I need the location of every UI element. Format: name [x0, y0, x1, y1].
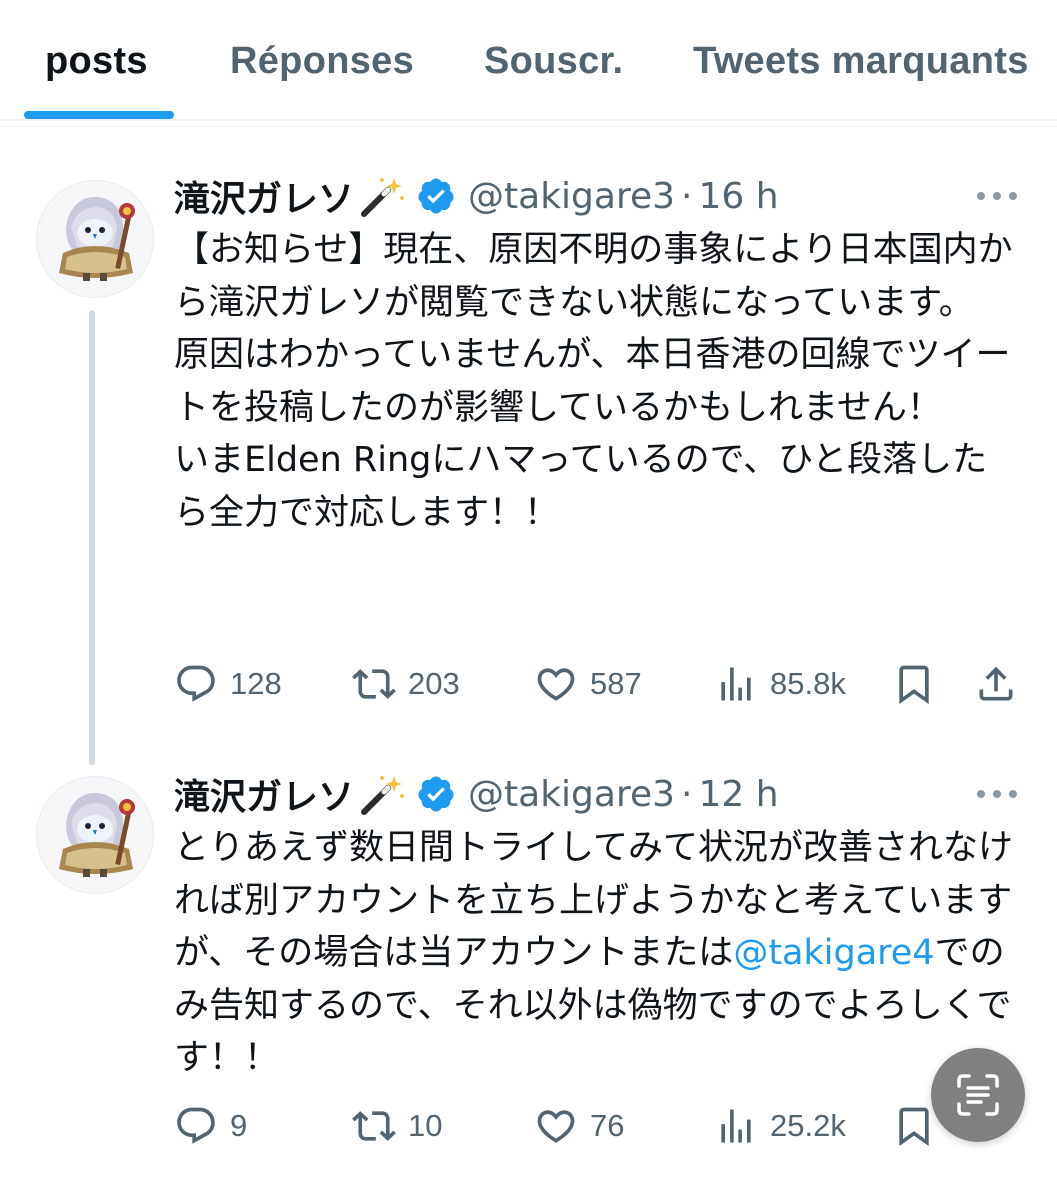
- separator-dot: ·: [681, 773, 693, 815]
- reply-icon: [177, 1107, 215, 1144]
- tweet-text: 【お知らせ】現在、原因不明の事象により日本国内から滝沢ガレソが閲覧できない状態に…: [174, 230, 1013, 533]
- thread-connector-line: [89, 310, 95, 765]
- tweet-text: とりあえず数日間トライしてみて状況が改善されなければ別アカウントを立ち上げようか…: [174, 822, 1014, 1085]
- tweet-header: 滝沢ガレソ @takigare3 · 12 h: [174, 769, 779, 819]
- profile-tabs: posts Réponses Souscr. Tweets marquants: [0, 0, 1057, 121]
- tweet-header: 滝沢ガレソ @takigare3 · 16 h: [174, 171, 779, 221]
- verified-badge-icon: [418, 776, 454, 812]
- retweet-button[interactable]: 203: [352, 659, 460, 709]
- views-count: 85.8k: [770, 666, 846, 701]
- retweet-icon: [352, 1111, 396, 1141]
- text-scan-icon: [957, 1074, 999, 1116]
- magic-wand-emoji-icon: [361, 776, 405, 815]
- like-count: 76: [590, 1108, 625, 1143]
- bookmark-button[interactable]: [892, 659, 936, 709]
- handle[interactable]: @takigare3: [468, 774, 675, 815]
- tab-subscriptions[interactable]: Souscr.: [484, 38, 623, 84]
- views-icon: [721, 1109, 751, 1143]
- like-button[interactable]: 587: [534, 659, 642, 709]
- views-icon: [721, 667, 751, 701]
- verified-badge-icon: [418, 178, 454, 214]
- reply-button[interactable]: 128: [174, 659, 282, 709]
- tweet-actions: 128 203 587 85.8k: [174, 659, 1034, 709]
- like-button[interactable]: 76: [534, 1101, 624, 1151]
- share-button[interactable]: [974, 659, 1018, 709]
- tweet-actions: 9 10 76 25.2k: [174, 1101, 1034, 1151]
- tab-replies[interactable]: Réponses: [230, 38, 414, 84]
- active-tab-indicator: [24, 111, 174, 119]
- handle[interactable]: @takigare3: [468, 176, 675, 217]
- views-button[interactable]: 25.2k: [714, 1101, 846, 1151]
- more-options-icon[interactable]: [973, 784, 1021, 804]
- retweet-button[interactable]: 10: [352, 1101, 442, 1151]
- display-name[interactable]: 滝沢ガレソ: [174, 768, 354, 820]
- retweet-count: 203: [408, 666, 460, 701]
- reply-button[interactable]: 9: [174, 1101, 247, 1151]
- heart-icon: [537, 1110, 575, 1143]
- separator-dot: ·: [681, 175, 693, 217]
- tabs-divider: [0, 119, 1057, 121]
- bookmark-icon: [899, 665, 929, 705]
- reply-count: 128: [230, 666, 282, 701]
- display-name[interactable]: 滝沢ガレソ: [174, 170, 354, 222]
- views-button[interactable]: 85.8k: [714, 659, 846, 709]
- mention-link[interactable]: @takigare4: [733, 933, 934, 973]
- section-divider: [0, 126, 1057, 127]
- views-count: 25.2k: [770, 1108, 846, 1143]
- retweet-icon: [352, 669, 396, 699]
- retweet-count: 10: [408, 1108, 443, 1143]
- reply-icon: [177, 665, 215, 702]
- text-scan-button[interactable]: [931, 1048, 1025, 1142]
- more-options-icon[interactable]: [973, 186, 1021, 206]
- magic-wand-emoji-icon: [361, 178, 405, 217]
- bookmark-button[interactable]: [892, 1101, 936, 1151]
- share-icon: [979, 666, 1013, 701]
- bookmark-icon: [899, 1107, 929, 1147]
- tab-highlights[interactable]: Tweets marquants: [693, 38, 1029, 84]
- like-count: 587: [590, 666, 642, 701]
- heart-icon: [537, 668, 575, 701]
- tab-posts[interactable]: posts: [45, 38, 148, 84]
- reply-count: 9: [230, 1108, 248, 1143]
- timestamp[interactable]: 12 h: [698, 774, 778, 815]
- avatar[interactable]: [36, 776, 154, 894]
- avatar[interactable]: [36, 180, 154, 298]
- timestamp[interactable]: 16 h: [698, 176, 778, 217]
